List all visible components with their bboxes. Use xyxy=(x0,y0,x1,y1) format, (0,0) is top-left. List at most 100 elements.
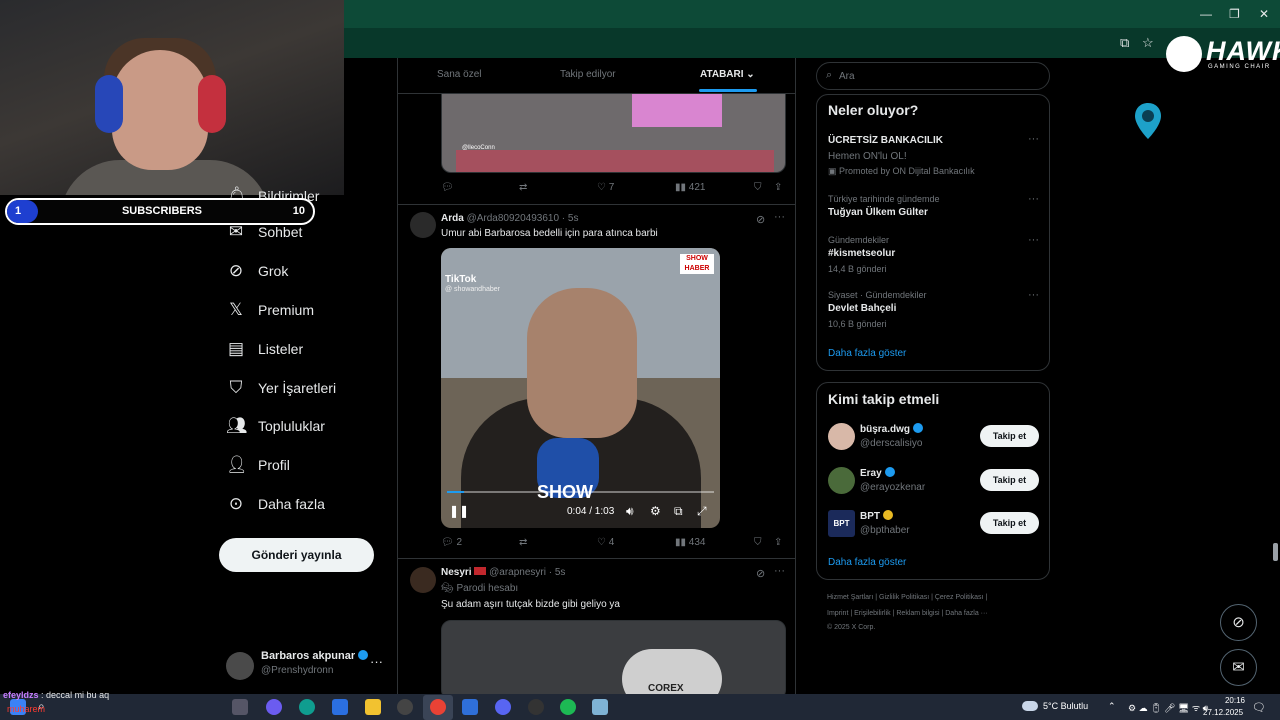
notification-icon[interactable]: 🗨︎ xyxy=(1252,701,1266,714)
bookmark-icon[interactable]: ⛉ xyxy=(754,182,762,193)
avatar[interactable] xyxy=(410,212,436,238)
nav-grok[interactable]: ⊘ Grok xyxy=(226,256,288,286)
tab-for-you[interactable]: Sana özel xyxy=(437,69,481,80)
volume-icon[interactable]: 🔊︎ xyxy=(626,504,634,519)
like-button[interactable]: ♡ 7 xyxy=(597,182,614,193)
grok-icon[interactable]: ⊘ xyxy=(756,213,765,226)
edge-icon[interactable] xyxy=(299,699,315,715)
trend-subtitle: Hemen ON'lu OL! xyxy=(828,151,907,162)
search-input[interactable]: ⌕ Ara xyxy=(816,62,1050,90)
folder-icon[interactable] xyxy=(365,699,381,715)
account-switcher[interactable]: Barbaros akpunar @Prenshydronn ··· xyxy=(224,648,384,682)
reply-icon[interactable]: 💬︎ xyxy=(441,182,454,193)
copilot-icon[interactable] xyxy=(266,699,282,715)
nav-bookmarks[interactable]: ⛉ Yer İşaretleri xyxy=(226,373,336,403)
show-more-link[interactable]: Daha fazla göster xyxy=(828,557,906,568)
pause-icon[interactable]: ❚❚ xyxy=(449,504,469,518)
settings-icon[interactable]: ⚙ xyxy=(650,504,661,518)
stream-chat-message: efeyldzs : deccal mi bu aq xyxy=(3,690,110,700)
avatar[interactable] xyxy=(828,423,855,450)
close-icon[interactable]: ✕ xyxy=(1259,7,1269,21)
spotify-icon[interactable] xyxy=(560,699,576,715)
app-icon[interactable] xyxy=(462,699,478,715)
nav-premium[interactable]: 𝕏 Premium xyxy=(226,295,314,325)
tab-atabari[interactable]: ATABARI ⌄ xyxy=(700,69,755,80)
weather-text[interactable]: 5°C Bulutlu xyxy=(1043,701,1088,711)
views-count[interactable]: ▮▮ 421 xyxy=(675,182,705,193)
video-progress-track[interactable] xyxy=(447,491,714,493)
follow-button[interactable]: Takip et xyxy=(980,512,1039,534)
repost-icon[interactable]: ⇄ xyxy=(519,182,527,193)
restore-icon[interactable]: ❐ xyxy=(1229,7,1240,21)
nav-profile[interactable]: 👤︎ Profil xyxy=(226,450,290,480)
post-button[interactable]: Gönderi yayınla xyxy=(219,538,374,572)
obs-icon[interactable] xyxy=(528,699,544,715)
bookmark-icon[interactable]: ⛉ xyxy=(754,537,762,548)
trend-title[interactable]: Devlet Bahçeli xyxy=(828,303,896,314)
footer-links[interactable]: Imprint | Erişilebilirlik | Reklam bilgi… xyxy=(827,610,988,617)
grok-icon[interactable]: ⊘ xyxy=(756,567,765,580)
footer-links[interactable]: Hizmet Şartları | Gizlilik Politikası | … xyxy=(827,594,987,601)
discord-icon[interactable] xyxy=(495,699,511,715)
address-bar[interactable] xyxy=(344,28,1280,58)
grok-icon[interactable]: ⊘ xyxy=(1220,604,1257,641)
views-count[interactable]: ▮▮ 434 xyxy=(675,537,705,548)
star-icon[interactable]: ☆ xyxy=(1142,35,1154,51)
suggestion-name[interactable]: Eray xyxy=(860,467,895,479)
more-icon[interactable]: ··· xyxy=(1028,289,1039,301)
messages-icon[interactable]: ✉ xyxy=(1220,649,1257,686)
tab-following[interactable]: Takip edilyor xyxy=(560,69,616,80)
scrollbar[interactable] xyxy=(1273,543,1278,561)
install-icon[interactable]: ⧉ xyxy=(1120,35,1129,51)
suggestion-name[interactable]: BPT xyxy=(860,510,893,522)
more-icon[interactable]: ··· xyxy=(774,565,785,577)
follow-button[interactable]: Takip et xyxy=(980,469,1039,491)
more-icon[interactable]: ··· xyxy=(774,211,785,223)
timeline[interactable]: Sana özel Takip edilyor ATABARI ⌄ @lleco… xyxy=(397,58,796,694)
share-icon[interactable]: ⇪ xyxy=(774,182,782,193)
more-icon[interactable]: ··· xyxy=(370,654,383,669)
location-pin-icon xyxy=(1135,103,1161,139)
suggestion-handle: @derscalisiyo xyxy=(860,438,923,449)
post-image[interactable]: COREX xyxy=(441,620,786,694)
avatar[interactable] xyxy=(410,567,436,593)
repost-icon[interactable]: ⇄ xyxy=(519,537,527,548)
fullscreen-icon[interactable]: ⤢ xyxy=(697,504,707,519)
clock-time[interactable]: 20:16 xyxy=(1205,696,1245,705)
trend-title[interactable]: #kismetseolur xyxy=(828,248,895,259)
trend-title[interactable]: Tuğyan Ülkem Gülter xyxy=(828,207,928,218)
nav-communities[interactable]: 👥︎ Topluluklar xyxy=(226,411,325,441)
outlook-icon[interactable] xyxy=(332,699,348,715)
avatar[interactable] xyxy=(828,467,855,494)
pip-icon[interactable]: ⧉ xyxy=(674,504,683,519)
share-icon[interactable]: ⇪ xyxy=(774,537,782,548)
app-icon[interactable] xyxy=(592,699,608,715)
follow-button[interactable]: Takip et xyxy=(980,425,1039,447)
tweet-author[interactable]: Arda @Arda80920493610 · 5s xyxy=(441,213,578,224)
clock-date[interactable]: 27.12.2025 xyxy=(1203,708,1243,717)
tweet-author[interactable]: Nesyri @arapnesyri · 5s xyxy=(441,567,565,578)
reply-button[interactable]: 💬︎ 2 xyxy=(441,537,462,548)
more-icon[interactable]: ··· xyxy=(1028,234,1039,246)
video-player[interactable]: TikTok @ showandhaber SHOW HABER SHOW ❚❚… xyxy=(441,248,720,528)
like-button[interactable]: ♡ 4 xyxy=(597,537,614,548)
parody-label: 🎭︎ Parodi hesabı xyxy=(441,583,519,594)
chrome-icon[interactable] xyxy=(430,699,446,715)
minimize-icon[interactable]: — xyxy=(1200,7,1212,21)
nav-lists[interactable]: ▤ Listeler xyxy=(226,334,303,364)
more-icon[interactable]: ··· xyxy=(1028,193,1039,205)
browser-titlebar xyxy=(344,0,1280,28)
chevron-up-icon[interactable]: ⌃ xyxy=(1108,701,1116,712)
xbox-icon[interactable] xyxy=(397,699,413,715)
task-view-icon[interactable] xyxy=(232,699,248,715)
trend-title[interactable]: ÜCRETSİZ BANKACILIK xyxy=(828,135,943,146)
trends-title: Neler oluyor? xyxy=(828,102,919,118)
avatar[interactable]: BPT xyxy=(828,510,855,537)
suggestion-name[interactable]: büşra.dwg xyxy=(860,423,924,435)
post-actions: 💬︎ 2 ⇄ ♡ 4 ▮▮ 434 ⛉ ⇪ xyxy=(441,537,786,555)
show-more-link[interactable]: Daha fazla göster xyxy=(828,348,906,359)
nav-more[interactable]: ⊙ Daha fazla xyxy=(226,489,325,519)
tray-icons[interactable]: ⚙ ☁ 🔋︎ 🎤︎ 🖥 ᯤ 🔊︎ xyxy=(1128,701,1208,714)
post-actions: 💬︎ ⇄ ♡ 7 ▮▮ 421 ⛉ ⇪ xyxy=(441,182,786,200)
more-icon[interactable]: ··· xyxy=(1028,133,1039,145)
